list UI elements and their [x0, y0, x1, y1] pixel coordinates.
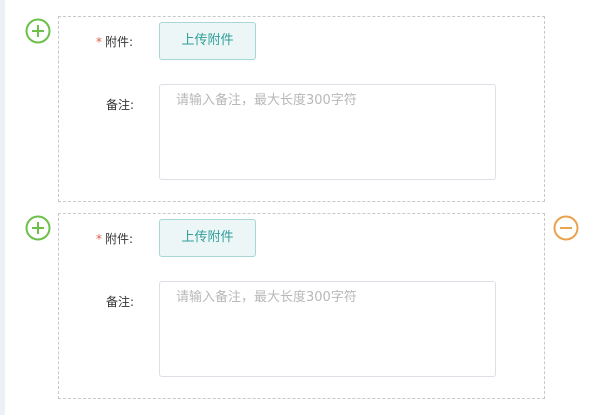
add-group-icon[interactable]: [25, 18, 51, 44]
attachment-label: * 附件:: [96, 232, 133, 246]
add-group-icon[interactable]: [25, 215, 51, 241]
attachment-label-text: 附件:: [105, 35, 134, 49]
required-mark: *: [96, 232, 102, 246]
note-label: 备注:: [106, 98, 135, 112]
attachment-label: * 附件:: [96, 35, 133, 49]
upload-attachment-button[interactable]: 上传附件: [159, 219, 256, 257]
note-placeholder: 请输入备注，最大长度300字符: [176, 290, 357, 305]
note-textarea[interactable]: 请输入备注，最大长度300字符: [159, 281, 496, 377]
attachment-group: * 附件: 上传附件 备注: 请输入备注，最大长度300字符: [58, 213, 545, 399]
note-label: 备注:: [106, 295, 135, 309]
required-mark: *: [96, 35, 102, 49]
note-textarea[interactable]: 请输入备注，最大长度300字符: [159, 84, 496, 180]
remove-group-icon[interactable]: [553, 215, 579, 241]
note-placeholder: 请输入备注，最大长度300字符: [176, 93, 357, 108]
left-panel-edge: [0, 0, 5, 415]
attachment-label-text: 附件:: [105, 232, 134, 246]
attachment-group: * 附件: 上传附件 备注: 请输入备注，最大长度300字符: [58, 16, 545, 202]
upload-attachment-button[interactable]: 上传附件: [159, 22, 256, 60]
